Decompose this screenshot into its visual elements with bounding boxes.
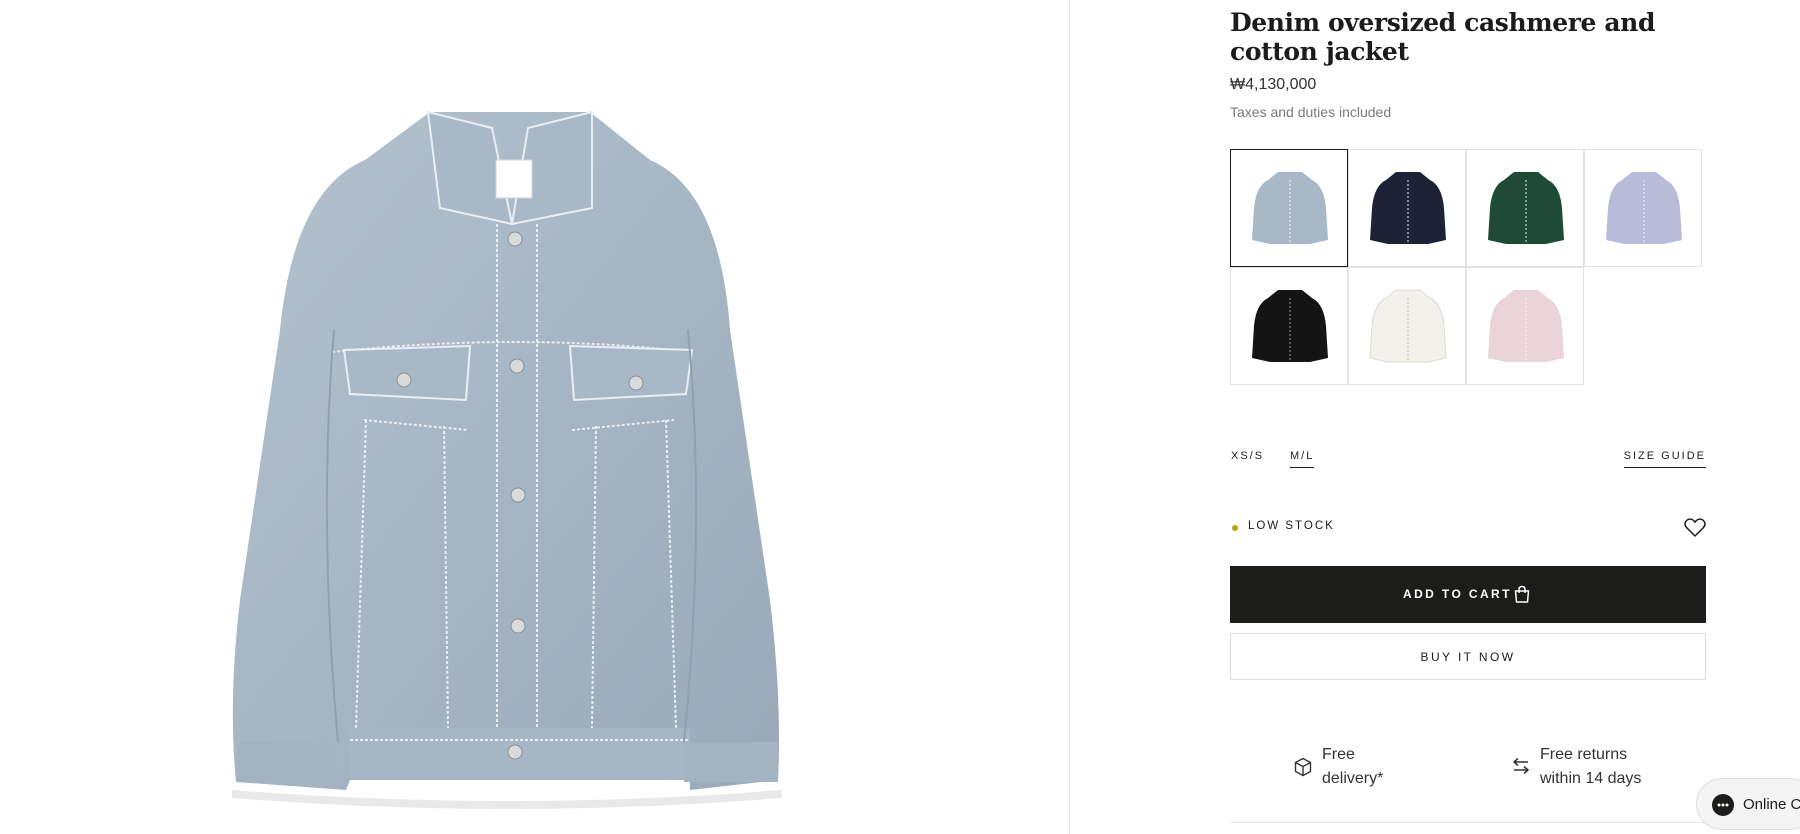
wishlist-heart-icon[interactable] [1684, 518, 1706, 538]
buy-it-now-label: BUY IT NOW [1420, 650, 1516, 664]
chat-bubble-icon [1712, 794, 1734, 816]
jacket-thumbnail-icon [1606, 172, 1682, 244]
size-option-xs-s[interactable]: XS/S [1231, 450, 1264, 467]
perk-free-returns: Free returns within 14 days [1540, 743, 1641, 791]
online-chat-button[interactable]: Online C [1696, 778, 1800, 830]
swatch-lavender[interactable] [1584, 149, 1702, 267]
product-image [232, 110, 782, 809]
jacket-thumbnail-icon [1252, 290, 1328, 362]
stock-status: LOW STOCK [1230, 518, 1706, 538]
size-guide-link[interactable]: SIZE GUIDE [1623, 450, 1706, 468]
jacket-thumbnail-icon [1488, 172, 1564, 244]
swatch-navy[interactable] [1348, 149, 1466, 267]
stock-status-label: LOW STOCK [1248, 520, 1335, 532]
section-divider [1230, 822, 1706, 823]
product-title: Denim oversized cashmere and cotton jack… [1230, 8, 1656, 66]
perk-free-delivery: Free delivery* [1322, 743, 1383, 791]
perk-line: within 14 days [1540, 770, 1642, 787]
swatch-pink[interactable] [1466, 267, 1584, 385]
add-to-cart-button[interactable]: ADD TO CART [1230, 566, 1706, 623]
swatch-white[interactable] [1348, 267, 1466, 385]
buy-it-now-button[interactable]: BUY IT NOW [1230, 633, 1706, 680]
product-price: ₩4,130,000 [1230, 76, 1317, 93]
color-swatch-grid [1230, 148, 1702, 386]
perk-line: Free returns [1540, 746, 1628, 763]
stock-status-dot [1232, 525, 1238, 531]
jacket-thumbnail-icon [1488, 290, 1564, 362]
size-selector: XS/S M/L SIZE GUIDE [1230, 450, 1706, 472]
swatch-light-blue[interactable] [1230, 149, 1348, 267]
add-to-cart-label: ADD TO CART [1403, 587, 1512, 601]
exchange-arrows-icon [1513, 757, 1529, 775]
size-option-m-l[interactable]: M/L [1290, 450, 1315, 468]
chat-label: Online C [1743, 796, 1800, 813]
perk-line: delivery* [1322, 770, 1384, 787]
product-image-area[interactable] [0, 0, 1070, 834]
shopping-bag-icon [1514, 585, 1530, 603]
tax-note: Taxes and duties included [1230, 104, 1392, 120]
box-icon [1294, 757, 1312, 777]
swatch-black[interactable] [1230, 267, 1348, 385]
swatch-green[interactable] [1466, 149, 1584, 267]
jacket-thumbnail-icon [1369, 289, 1447, 363]
jacket-thumbnail-icon [1370, 172, 1446, 244]
perk-line: Free [1322, 746, 1355, 763]
jacket-thumbnail-icon [1252, 172, 1328, 244]
